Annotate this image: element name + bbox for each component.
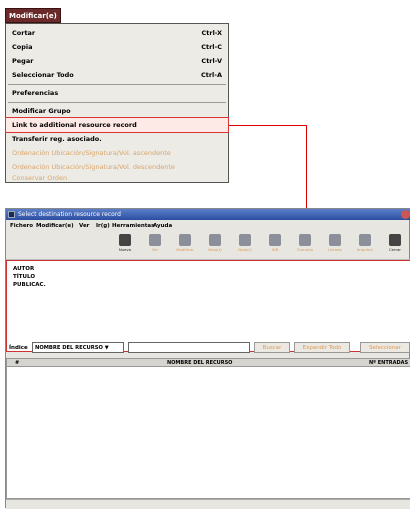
- toolbar-wb-button: WB: [262, 234, 288, 260]
- menu-label: Modificar Grupo: [12, 107, 71, 115]
- grid-header: # NOMBRE DEL RECURSO Nº ENTRADAS: [7, 359, 410, 367]
- expandir-todo-button[interactable]: Expandir Todo: [294, 342, 350, 353]
- menu-accel: Ctrl-V: [201, 57, 222, 65]
- menu-accel: Ctrl-A: [200, 71, 222, 79]
- menu-accel: Ctrl-C: [201, 43, 222, 51]
- toolbar-label: Modificar: [176, 247, 194, 252]
- note-icon: [209, 234, 221, 246]
- globe-icon: [269, 234, 281, 246]
- close-icon[interactable]: [401, 210, 410, 219]
- toolbar-modificar-button: Modificar: [172, 234, 198, 260]
- menu-item-copia[interactable]: Copia Ctrl-C: [6, 40, 228, 54]
- new-record-icon: [119, 234, 131, 246]
- search-input[interactable]: [128, 342, 250, 353]
- menu-separator: [8, 102, 226, 103]
- connector-line: [306, 125, 307, 208]
- menu-item-modificar-grupo[interactable]: Modificar Grupo: [6, 104, 228, 118]
- toolbar-sumario-button: Sumario: [292, 234, 318, 260]
- close-window-icon: [389, 234, 401, 246]
- toolbar-label: Listado: [328, 247, 342, 252]
- toolbar-ver-button: Ver: [142, 234, 168, 260]
- toolbar-label: Imprimir: [356, 247, 374, 252]
- toolbar-nuevo-button[interactable]: Nuevo: [112, 234, 138, 260]
- index-select-value: NOMBRE DEL RECURSO: [35, 345, 103, 351]
- info-publicac: PUBLICAC.: [13, 282, 46, 288]
- menu-label: Copia: [12, 43, 33, 51]
- toolbar: Nuevo Ver Modificar Nota(t) Nota(t) WB S…: [6, 232, 410, 260]
- toolbar-cerrar-button[interactable]: Cerrar: [382, 234, 408, 260]
- toolbar-nota-button: Nota(t): [202, 234, 228, 260]
- menubar-ayuda[interactable]: Ayuda: [153, 221, 172, 231]
- menubar-ir[interactable]: Ir(g): [96, 221, 110, 231]
- select-resource-window: Select destination resource record Fiche…: [5, 208, 410, 509]
- menubar-herramientas[interactable]: Herramientas: [112, 221, 154, 231]
- toolbar-label: WB: [271, 247, 279, 252]
- menu-item-link-additional-resource[interactable]: Link to additional resource record: [5, 117, 229, 133]
- menu-item-seleccionar-todo[interactable]: Seleccionar Todo Ctrl-A: [6, 68, 228, 82]
- summary-icon: [299, 234, 311, 246]
- menu-label: Pegar: [12, 57, 34, 65]
- print-icon: [359, 234, 371, 246]
- index-select[interactable]: NOMBRE DEL RECURSO ▼: [32, 342, 124, 353]
- menu-item-transferir[interactable]: Transferir reg. asociado.: [6, 132, 228, 146]
- window-titlebar[interactable]: Select destination resource record: [6, 209, 410, 220]
- menubar-ver[interactable]: Ver: [79, 221, 89, 231]
- results-grid[interactable]: # NOMBRE DEL RECURSO Nº ENTRADAS: [6, 358, 410, 499]
- toolbar-label: Nota(t): [238, 247, 252, 252]
- grid-col-entradas: Nº ENTRADAS: [369, 360, 409, 366]
- menu-label: Cortar: [12, 29, 36, 37]
- seleccionar-button[interactable]: Seleccionar: [360, 342, 410, 353]
- menu-item-preferencias[interactable]: Preferencias: [6, 86, 228, 100]
- window-title: Select destination resource record: [18, 211, 121, 218]
- toolbar-label: Nuevo: [118, 247, 132, 252]
- menu-accel: Ctrl-X: [201, 29, 223, 37]
- toolbar-listado-button: Listado: [322, 234, 348, 260]
- grid-col-nombre: NOMBRE DEL RECURSO: [167, 360, 233, 366]
- info-titulo: TÍTULO: [13, 274, 35, 280]
- window-app-icon: [8, 211, 15, 218]
- toolbar-label: Ver: [151, 247, 159, 252]
- menu-label: Ordenación Ubicación/Signatura/Vol. desc…: [12, 163, 175, 171]
- toolbar-nota2-button: Nota(t): [232, 234, 258, 260]
- menu-item-cortar[interactable]: Cortar Ctrl-X: [6, 26, 228, 40]
- menu-label: Transferir reg. asociado.: [12, 135, 102, 143]
- menubar-modificar[interactable]: Modificar(e): [36, 221, 74, 231]
- view-icon: [149, 234, 161, 246]
- menu-label: Link to additional resource record: [12, 121, 137, 129]
- search-icon: [329, 234, 341, 246]
- menubar-fichero[interactable]: Fichero: [10, 221, 33, 231]
- toolbar-label: Sumario: [297, 247, 313, 252]
- edit-icon: [179, 234, 191, 246]
- buscar-button[interactable]: Buscar: [254, 342, 290, 353]
- menu-item-pegar[interactable]: Pegar Ctrl-V: [6, 54, 228, 68]
- menu-separator: [8, 84, 226, 85]
- menu-label: Seleccionar Todo: [12, 71, 74, 79]
- toolbar-imprimir-button: Imprimir: [352, 234, 378, 260]
- search-bar: Índice NOMBRE DEL RECURSO ▼ Buscar Expan…: [6, 340, 410, 360]
- menu-label: Ordenación Ubicación/Signatura/Vol. asce…: [12, 149, 171, 157]
- menu-item-conservar-orden: Conservar Orden: [6, 172, 228, 184]
- chevron-down-icon: ▼: [104, 345, 109, 351]
- index-label: Índice: [9, 345, 28, 351]
- edit-menu-panel: Cortar Ctrl-X Copia Ctrl-C Pegar Ctrl-V Sel…: [5, 23, 229, 183]
- menu-label: Conservar Orden: [12, 174, 68, 182]
- connector-line: [229, 125, 306, 126]
- toolbar-label: Cerrar: [389, 247, 401, 252]
- menu-label: Preferencias: [12, 89, 59, 97]
- note2-icon: [239, 234, 251, 246]
- menu-item-orden-ascendente: Ordenación Ubicación/Signatura/Vol. asce…: [6, 146, 228, 160]
- info-autor: AUTOR: [13, 266, 35, 272]
- toolbar-label: Nota(t): [208, 247, 222, 252]
- window-menubar: Fichero Modificar(e) Ver Ir(g) Herramien…: [6, 221, 410, 231]
- grid-col-number: #: [15, 360, 20, 366]
- record-info-panel: AUTOR TÍTULO PUBLICAC.: [6, 260, 410, 352]
- menu-title[interactable]: Modificar(e): [5, 8, 61, 23]
